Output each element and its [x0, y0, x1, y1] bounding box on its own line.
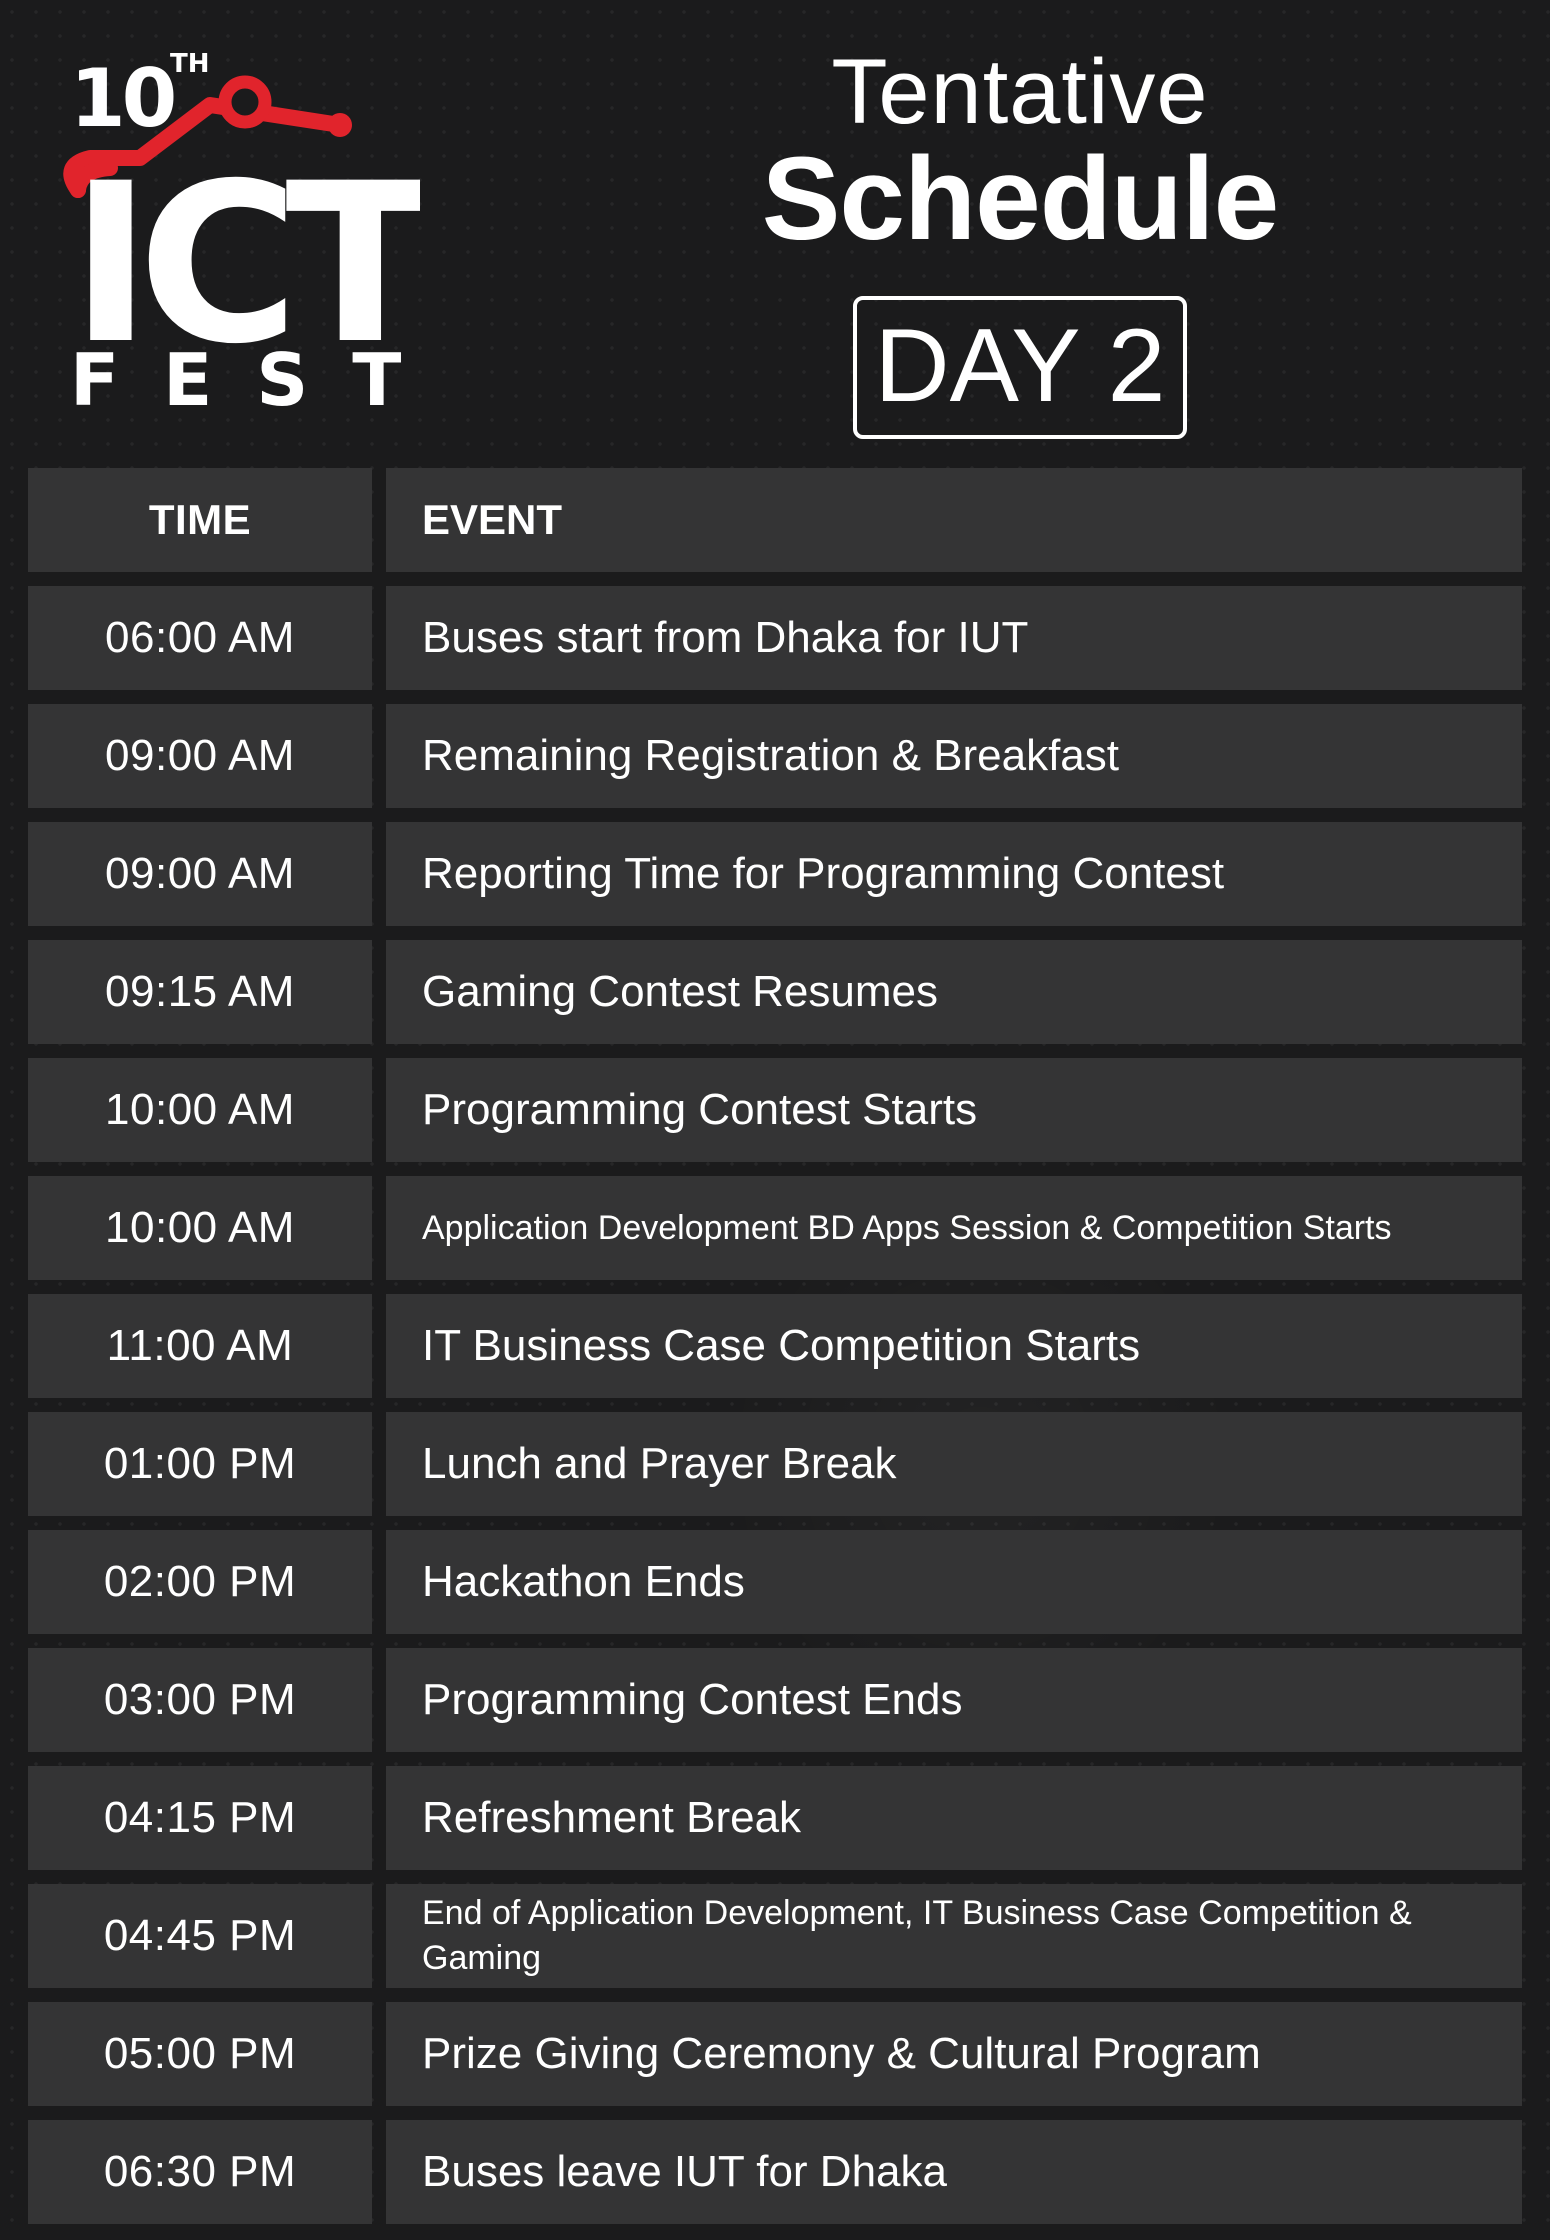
table-row: 10:00 AM Application Development BD Apps … — [28, 1176, 1522, 1280]
table-row: 03:00 PM Programming Contest Ends — [28, 1648, 1522, 1752]
title-schedule: Schedule — [761, 133, 1280, 265]
row-time: 04:45 PM — [28, 1884, 372, 1988]
row-time: 06:00 AM — [28, 586, 372, 690]
row-event: Reporting Time for Programming Contest — [386, 822, 1522, 926]
row-time: 02:00 PM — [28, 1530, 372, 1634]
row-event: Lunch and Prayer Break — [386, 1412, 1522, 1516]
row-event: Programming Contest Starts — [386, 1058, 1522, 1162]
row-event: Hackathon Ends — [386, 1530, 1522, 1634]
row-event: End of Application Development, IT Busin… — [386, 1884, 1522, 1988]
row-event: Buses leave IUT for Dhaka — [386, 2120, 1522, 2224]
row-time: 11:00 AM — [28, 1294, 372, 1398]
row-event: Application Development BD Apps Session … — [386, 1176, 1522, 1280]
svg-text:FEST: FEST — [70, 338, 420, 420]
row-event: Buses start from Dhaka for IUT — [386, 586, 1522, 690]
table-row: 04:45 PM End of Application Development, … — [28, 1884, 1522, 1988]
row-time: 10:00 AM — [28, 1058, 372, 1162]
row-event: Programming Contest Ends — [386, 1648, 1522, 1752]
schedule-table: TIME EVENT 06:00 AM Buses start from Dhak… — [28, 468, 1522, 2224]
table-row: 09:15 AM Gaming Contest Resumes — [28, 940, 1522, 1044]
row-event: Prize Giving Ceremony & Cultural Program — [386, 2002, 1522, 2106]
table-row: 11:00 AM IT Business Case Competition Sta… — [28, 1294, 1522, 1398]
row-time: 06:30 PM — [28, 2120, 372, 2224]
table-row: 09:00 AM Reporting Time for Programming C… — [28, 822, 1522, 926]
row-event: Gaming Contest Resumes — [386, 940, 1522, 1044]
svg-text:TH: TH — [170, 49, 210, 79]
header-time: TIME — [28, 468, 372, 572]
table-row: 06:30 PM Buses leave IUT for Dhaka — [28, 2120, 1522, 2224]
row-time: 01:00 PM — [28, 1412, 372, 1516]
row-time: 09:00 AM — [28, 704, 372, 808]
row-event: Refreshment Break — [386, 1766, 1522, 1870]
row-event: Remaining Registration & Breakfast — [386, 704, 1522, 808]
table-header-row: TIME EVENT — [28, 468, 1522, 572]
table-row: 01:00 PM Lunch and Prayer Break — [28, 1412, 1522, 1516]
row-time: 09:15 AM — [28, 940, 372, 1044]
table-row: 02:00 PM Hackathon Ends — [28, 1530, 1522, 1634]
row-time: 05:00 PM — [28, 2002, 372, 2106]
row-time: 10:00 AM — [28, 1176, 372, 1280]
day-badge: DAY 2 — [852, 296, 1188, 439]
row-time: 03:00 PM — [28, 1648, 372, 1752]
table-row: 10:00 AM Programming Contest Starts — [28, 1058, 1522, 1162]
row-time: 09:00 AM — [28, 822, 372, 926]
row-event: IT Business Case Competition Starts — [386, 1294, 1522, 1398]
title-tentative: Tentative — [831, 41, 1209, 143]
table-row: 06:00 AM Buses start from Dhaka for IUT — [28, 586, 1522, 690]
ict-fest-logo: 10 TH ICT FEST — [40, 40, 420, 420]
svg-text:10: 10 — [70, 52, 174, 145]
header-event: EVENT — [386, 468, 1522, 572]
table-row: 09:00 AM Remaining Registration & Breakfa… — [28, 704, 1522, 808]
table-row: 04:15 PM Refreshment Break — [28, 1766, 1522, 1870]
row-time: 04:15 PM — [28, 1766, 372, 1870]
table-row: 05:00 PM Prize Giving Ceremony & Cultural… — [28, 2002, 1522, 2106]
title-block: Tentative Schedule DAY 2 — [720, 40, 1320, 439]
